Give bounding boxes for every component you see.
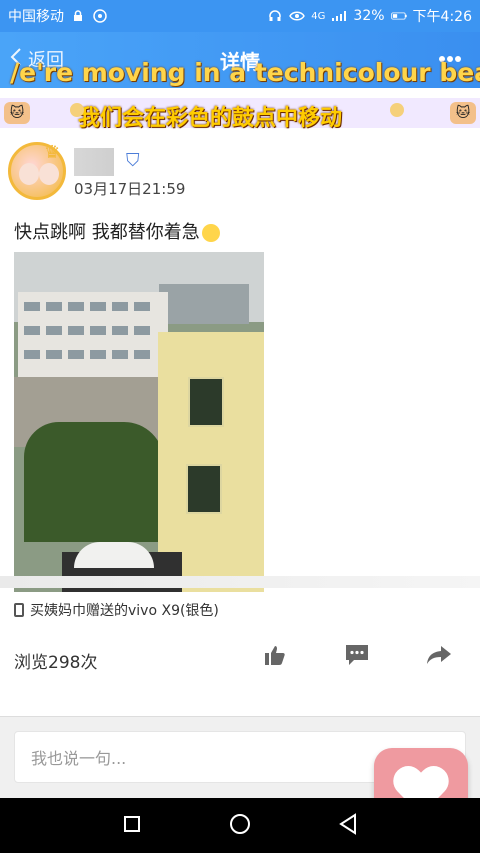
- photo-school-building: [18, 292, 168, 380]
- username-blurred[interactable]: [74, 148, 114, 176]
- vip-badge-icon: ⛉: [126, 150, 140, 171]
- photo-trees: [24, 422, 164, 542]
- headset-icon: [267, 9, 283, 23]
- like-button[interactable]: [262, 644, 288, 670]
- photo-window: [188, 377, 224, 427]
- share-button[interactable]: [426, 644, 452, 670]
- overlay-english-text: /e're moving in a technicolour beat: [10, 58, 480, 87]
- paw-icon: [70, 103, 84, 117]
- avatar-kid-figure: [19, 163, 39, 185]
- eye-icon: [289, 9, 306, 23]
- signal-icon: [331, 9, 347, 23]
- overlay-chinese-text: 我们会在彩色的鼓点中移动: [78, 106, 343, 131]
- recent-apps-button[interactable]: [118, 812, 146, 840]
- avatar[interactable]: ♛: [8, 142, 68, 202]
- view-count: 浏览298次: [14, 653, 98, 673]
- app-notification-icon: [92, 9, 108, 23]
- status-bar: 中国移动 4G 32% 下午4:26: [0, 0, 480, 32]
- avatar-kid-figure: [39, 163, 59, 185]
- carrier-label: 中国移动: [8, 9, 64, 25]
- post-photo[interactable]: [14, 252, 264, 592]
- paw-icon: [390, 103, 404, 117]
- comment-icon: [344, 643, 370, 671]
- navigation-bar: [0, 798, 480, 853]
- network-label: 4G: [311, 10, 326, 22]
- home-button[interactable]: [226, 812, 254, 840]
- share-arrow-icon: [426, 643, 452, 671]
- photo-tent: [74, 542, 154, 568]
- comment-preview-strip: [0, 576, 480, 588]
- blush-emoji-icon: [201, 224, 220, 242]
- device-info: 买姨妈巾赠送的vivo X9(银色): [14, 600, 219, 620]
- battery-percent: 32%: [353, 8, 385, 24]
- square-icon: [123, 815, 141, 837]
- comment-button[interactable]: [344, 644, 370, 670]
- back-nav-button[interactable]: [334, 812, 362, 840]
- post-time: 03月17日21:59: [74, 180, 186, 198]
- post-text: 快点跳啊 我都替你着急: [14, 218, 220, 244]
- battery-icon: [390, 9, 407, 23]
- photo-skyline: [159, 284, 249, 324]
- comment-placeholder: 我也说一句...: [31, 749, 127, 768]
- lock-icon: [70, 9, 86, 23]
- phone-icon: [14, 603, 24, 617]
- triangle-icon: [338, 812, 358, 839]
- circle-icon: [229, 813, 251, 839]
- thumbs-up-icon: [263, 643, 287, 671]
- post-text-content: 快点跳啊 我都替你着急: [14, 222, 200, 243]
- crown-icon: ♛: [44, 142, 61, 163]
- photo-window: [186, 464, 222, 514]
- device-label: 买姨妈巾赠送的vivo X9(银色): [30, 603, 219, 619]
- clock: 下午4:26: [412, 9, 472, 25]
- cat-emoji-icon: 🐱: [4, 102, 30, 124]
- cat-emoji-icon: 🐱: [450, 102, 476, 124]
